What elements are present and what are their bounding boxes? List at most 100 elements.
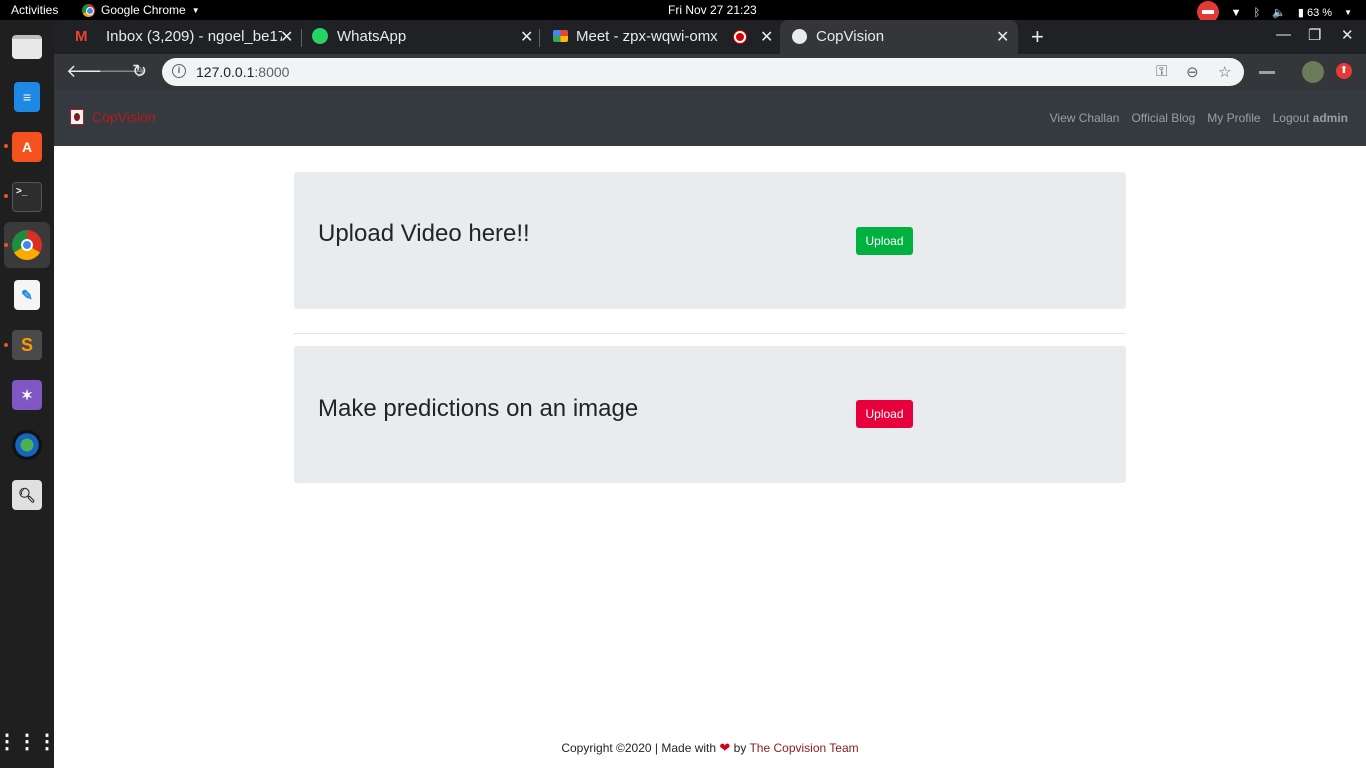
terminal-icon: >_: [12, 182, 42, 212]
dock-sublime[interactable]: S: [4, 322, 50, 368]
nav-links: View Challan Official Blog My Profile Lo…: [1050, 111, 1348, 125]
reload-icon[interactable]: ↻: [132, 61, 147, 82]
google-meet-icon: [553, 30, 568, 42]
dock-camera[interactable]: [4, 422, 50, 468]
image-prediction-card: Make predictions on an image Upload: [294, 346, 1126, 483]
url-text[interactable]: 127.0.0.1:8000: [196, 64, 289, 80]
nav-official-blog[interactable]: Official Blog: [1131, 111, 1195, 125]
section-divider: [294, 333, 1126, 334]
close-icon[interactable]: ✕: [760, 27, 773, 47]
nav-my-profile[interactable]: My Profile: [1207, 111, 1260, 125]
heart-icon: ❤: [719, 740, 731, 755]
dock-chrome[interactable]: [4, 222, 50, 268]
nav-view-challan[interactable]: View Challan: [1050, 111, 1120, 125]
web-page: CopVision View Challan Official Blog My …: [54, 90, 1366, 768]
new-tab-button[interactable]: +: [1031, 24, 1044, 50]
battery-percent: 63 %: [1307, 7, 1333, 19]
upload-video-heading: Upload Video here!!: [318, 220, 530, 247]
gmail-icon: M: [75, 28, 88, 45]
close-icon[interactable]: ✕: [520, 27, 533, 47]
zoom-icon[interactable]: ⊖: [1186, 63, 1199, 81]
sublime-text-icon: S: [12, 330, 42, 360]
url-host: 127.0.0.1: [196, 64, 255, 80]
camera-lens-icon: [12, 430, 42, 460]
tab-copvision[interactable]: CopVision ✕: [780, 20, 1018, 54]
close-icon[interactable]: ✕: [996, 27, 1009, 47]
footer-copyright: Copyright ©2020 | Made with: [561, 741, 717, 755]
tab-gmail[interactable]: M Inbox (3,209) - ngoel_be17 ✕: [62, 20, 298, 54]
window-close-icon[interactable]: ✕: [1341, 26, 1354, 44]
dock-terminal[interactable]: >_: [4, 174, 50, 220]
tab-title: Meet - zpx-wqwi-omx: [576, 28, 718, 45]
show-applications[interactable]: ⋮⋮⋮: [0, 718, 57, 764]
ubuntu-software-icon: A: [12, 132, 42, 162]
dock-text-editor[interactable]: ✎: [4, 272, 50, 318]
battery-level: ▮ 63 %: [1298, 6, 1332, 19]
dock-files[interactable]: [4, 24, 50, 70]
wifi-icon: ▼: [1230, 6, 1242, 19]
profile-avatar[interactable]: [1302, 61, 1324, 83]
libreoffice-writer-icon: ≡: [14, 82, 40, 112]
recording-icon: [734, 31, 746, 43]
globe-icon: [792, 29, 807, 44]
text-editor-icon: ✎: [14, 280, 40, 310]
tab-meet[interactable]: Meet - zpx-wqwi-omx ✕: [542, 20, 778, 54]
close-icon[interactable]: ✕: [280, 27, 293, 47]
minimize-icon[interactable]: —: [1276, 26, 1291, 43]
maximize-icon[interactable]: ❐: [1308, 26, 1321, 44]
nav-logout[interactable]: Logout admin: [1273, 111, 1348, 125]
magnifier-app-icon: 🔍︎: [12, 480, 42, 510]
running-indicator: [4, 343, 8, 347]
upload-video-card: Upload Video here!! Upload: [294, 172, 1126, 309]
dock-app-purple[interactable]: ✶: [4, 372, 50, 418]
running-indicator: [4, 243, 8, 247]
ubuntu-dock: ≡ A >_ ✎ S ✶ 🔍︎ ⋮⋮⋮: [0, 20, 57, 768]
tab-title: WhatsApp: [337, 28, 407, 45]
files-icon: [12, 35, 42, 59]
username: admin: [1312, 111, 1348, 125]
running-indicator: [4, 144, 8, 148]
bookmark-star-icon[interactable]: ☆: [1218, 63, 1231, 81]
dock-software[interactable]: A: [4, 124, 50, 170]
tab-separator: [539, 29, 540, 47]
browser-toolbar: 🡐 🡒 ↻ i 127.0.0.1:8000 ⚿ ⊖ ☆ ⬆: [54, 54, 1366, 90]
dock-writer[interactable]: ≡: [4, 74, 50, 120]
chrome-icon: [12, 230, 42, 260]
clock[interactable]: Fri Nov 27 21:23: [668, 3, 757, 17]
brand-link[interactable]: CopVision: [70, 109, 156, 125]
chrome-tab-strip: M Inbox (3,209) - ngoel_be17 ✕ WhatsApp …: [54, 20, 1366, 54]
app-grid-icon: ⋮⋮⋮: [0, 730, 57, 753]
tab-title: CopVision: [816, 28, 885, 45]
tab-whatsapp[interactable]: WhatsApp ✕: [302, 20, 538, 54]
app-menu[interactable]: Google Chrome ▼: [82, 3, 200, 17]
upload-video-button[interactable]: Upload: [856, 227, 913, 255]
copvision-logo-icon: [70, 109, 84, 125]
battery-icon: ▮: [1297, 7, 1304, 19]
chrome-small-icon: [82, 3, 95, 17]
dock-search[interactable]: 🔍︎: [4, 472, 50, 518]
network-app-icon: ✶: [12, 380, 42, 410]
whatsapp-icon: [312, 28, 328, 44]
image-prediction-heading: Make predictions on an image: [318, 395, 639, 422]
system-top-bar: Activities Google Chrome ▼ Fri Nov 27 21…: [0, 0, 1366, 23]
site-footer: Copyright ©2020 | Made with ❤ by The Cop…: [54, 740, 1366, 756]
extension-chart-icon[interactable]: [1259, 62, 1275, 74]
site-navbar: CopVision View Challan Official Blog My …: [54, 90, 1366, 146]
tab-title: Inbox (3,209) - ngoel_be17: [106, 28, 282, 45]
power-menu-icon: ▼: [1344, 8, 1352, 17]
bluetooth-icon: ᛒ: [1253, 6, 1261, 19]
brand-name: CopVision: [92, 109, 156, 125]
running-indicator: [4, 194, 8, 198]
address-bar[interactable]: i 127.0.0.1:8000 ⚿ ⊖ ☆: [162, 58, 1244, 86]
caret-down-icon: ▼: [191, 5, 200, 15]
activities-button[interactable]: Activities: [11, 3, 58, 17]
logout-label: Logout: [1272, 111, 1310, 125]
key-icon[interactable]: ⚿: [1156, 63, 1167, 80]
update-arrow-icon[interactable]: ⬆: [1336, 63, 1352, 79]
volume-icon: 🔈: [1272, 7, 1286, 19]
site-info-icon[interactable]: i: [172, 64, 186, 78]
upload-image-button[interactable]: Upload: [856, 400, 913, 428]
footer-by: by: [733, 741, 747, 755]
footer-team-link[interactable]: The Copvision Team: [749, 741, 858, 755]
app-menu-label: Google Chrome: [101, 3, 186, 17]
